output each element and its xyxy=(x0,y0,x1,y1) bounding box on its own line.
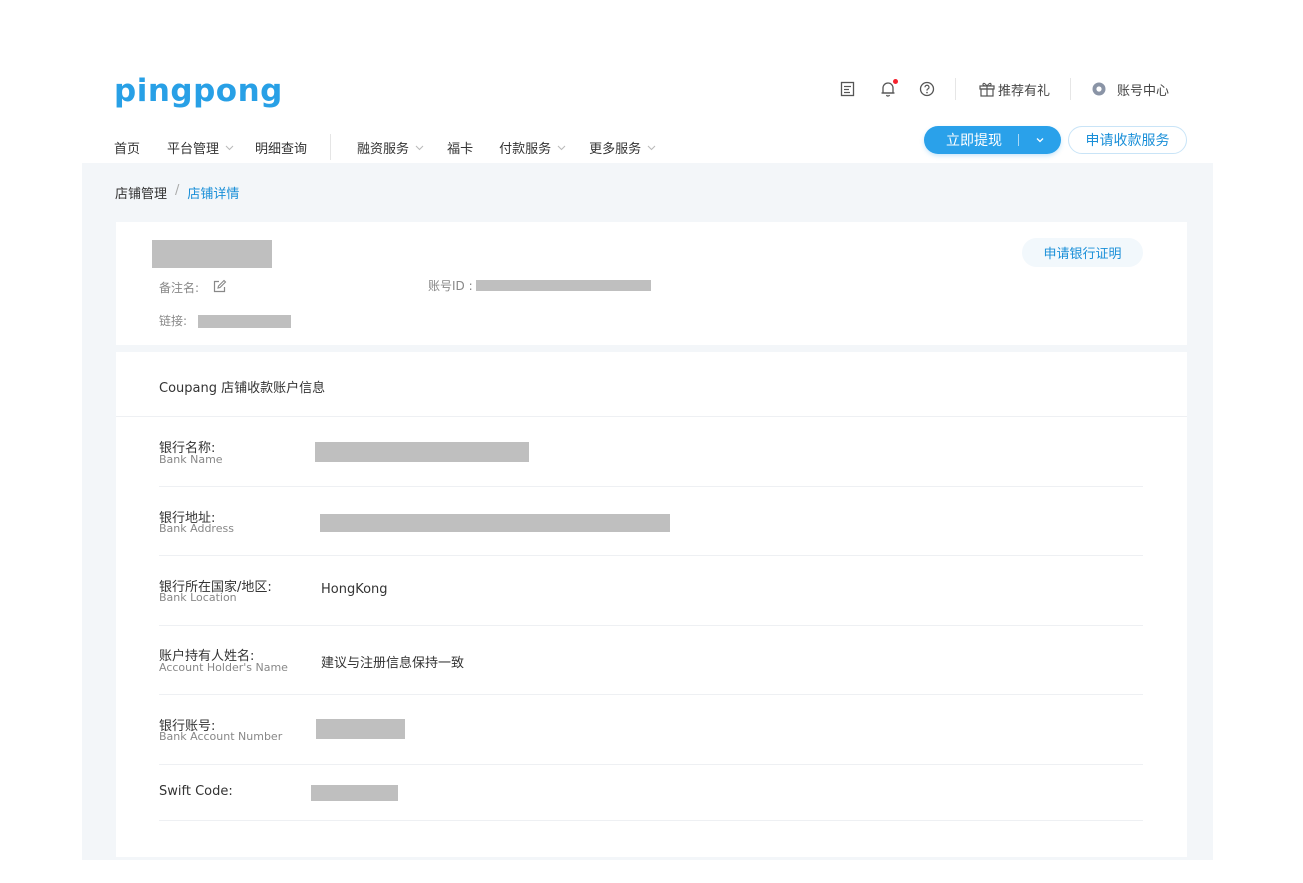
bell-icon[interactable] xyxy=(878,79,898,99)
store-name-redacted xyxy=(152,240,272,268)
link-label: 链接: xyxy=(159,314,188,328)
collection-account-card xyxy=(116,352,1187,857)
row-divider xyxy=(159,820,1143,821)
breadcrumb-store-management[interactable]: 店铺管理 xyxy=(115,183,167,202)
nav-fuka-label: 福卡 xyxy=(447,141,474,157)
account-holder-value: 建议与注册信息保持一致 xyxy=(321,656,465,671)
row-divider xyxy=(159,694,1143,695)
account-center-link[interactable]: 账号中心 xyxy=(1091,80,1169,99)
row-divider xyxy=(159,625,1143,626)
store-link-redacted xyxy=(198,315,291,328)
bank-account-number-redacted xyxy=(316,719,405,739)
nav-more[interactable]: 更多服务 xyxy=(589,138,656,157)
bank-name-label-en: Bank Name xyxy=(159,453,223,466)
nav-home-label: 首页 xyxy=(114,141,141,157)
avatar-icon xyxy=(1092,82,1106,96)
nav-more-label: 更多服务 xyxy=(589,141,642,157)
account-id-label: 账号ID : xyxy=(428,279,473,293)
chevron-down-icon xyxy=(415,145,424,150)
withdraw-button[interactable]: 立即提现 xyxy=(924,126,1061,154)
nav-platform-label: 平台管理 xyxy=(167,141,220,157)
chevron-down-icon xyxy=(647,145,656,150)
bank-address-redacted xyxy=(320,514,670,532)
swift-code-label: Swift Code: xyxy=(159,784,233,799)
breadcrumb: 店铺管理 / 店铺详情 xyxy=(115,183,239,202)
notification-dot xyxy=(893,79,898,84)
bank-address-label-en: Bank Address xyxy=(159,522,234,535)
help-icon[interactable] xyxy=(917,79,937,99)
main-nav: 首页 平台管理 明细查询 融资服务 福卡 付款服务 更多服务 xyxy=(114,132,656,162)
chevron-down-icon xyxy=(225,145,234,150)
breadcrumb-current: 店铺详情 xyxy=(187,187,240,202)
top-utility-bar: 推荐有礼 账号中心 xyxy=(838,78,1169,100)
gift-icon xyxy=(979,82,995,97)
nav-fuka[interactable]: 福卡 xyxy=(447,138,473,157)
card-header-divider xyxy=(116,416,1187,417)
nav-financing[interactable]: 融资服务 xyxy=(357,138,424,157)
account-center-label: 账号中心 xyxy=(1117,83,1170,99)
bank-location-label-en: Bank Location xyxy=(159,591,237,604)
row-divider xyxy=(159,764,1143,765)
nav-platform-management[interactable]: 平台管理 xyxy=(167,138,234,157)
nav-payment[interactable]: 付款服务 xyxy=(499,138,566,157)
top-divider xyxy=(955,78,956,100)
edit-note-icon[interactable] xyxy=(838,79,858,99)
top-divider-2 xyxy=(1070,78,1072,100)
row-divider xyxy=(159,555,1143,556)
bank-location-value: HongKong xyxy=(321,582,388,597)
withdraw-label: 立即提现 xyxy=(946,133,1002,149)
pingpong-logo[interactable]: pingpong xyxy=(114,73,283,109)
nav-divider xyxy=(330,134,332,160)
apply-collection-service-button[interactable]: 申请收款服务 xyxy=(1068,126,1187,154)
remark-label: 备注名: xyxy=(159,281,200,295)
bank-account-number-label-en: Bank Account Number xyxy=(159,730,283,743)
account-card-title: Coupang 店铺收款账户信息 xyxy=(159,381,326,396)
account-id-redacted xyxy=(476,280,651,291)
edit-remark-icon[interactable] xyxy=(212,279,227,298)
bank-name-redacted xyxy=(315,442,529,462)
chevron-down-icon xyxy=(1036,138,1044,143)
nav-payment-label: 付款服务 xyxy=(499,141,552,157)
withdraw-dropdown-toggle[interactable] xyxy=(1019,135,1061,145)
nav-detail-label: 明细查询 xyxy=(255,141,308,157)
nav-home[interactable]: 首页 xyxy=(114,138,140,157)
row-divider xyxy=(159,486,1143,487)
apply-bank-certificate-button[interactable]: 申请银行证明 xyxy=(1022,238,1143,267)
account-holder-label-en: Account Holder's Name xyxy=(159,661,288,674)
referral-label: 推荐有礼 xyxy=(998,83,1051,99)
nav-detail-query[interactable]: 明细查询 xyxy=(255,138,307,157)
swift-code-redacted xyxy=(311,785,398,801)
nav-financing-label: 融资服务 xyxy=(357,141,410,157)
chevron-down-icon xyxy=(557,145,566,150)
breadcrumb-separator: / xyxy=(175,183,180,198)
referral-link[interactable]: 推荐有礼 xyxy=(978,80,1050,99)
